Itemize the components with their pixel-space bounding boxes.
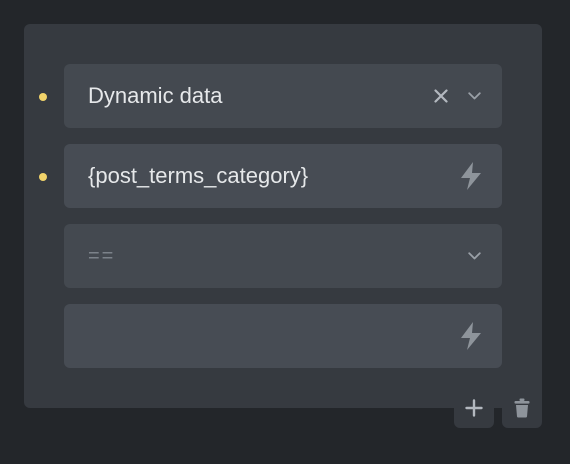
condition-panel: Dynamic data {post_terms_category} == bbox=[24, 24, 542, 408]
add-condition-button[interactable] bbox=[454, 388, 494, 428]
value-input[interactable] bbox=[64, 304, 502, 368]
chevron-down-icon[interactable] bbox=[468, 92, 481, 100]
plus-icon bbox=[465, 399, 483, 417]
operator-select[interactable]: == bbox=[64, 224, 502, 288]
source-select-value: Dynamic data bbox=[88, 83, 223, 108]
trash-icon bbox=[514, 398, 530, 418]
lightning-bolt-icon[interactable] bbox=[460, 322, 482, 350]
changed-indicator-dot bbox=[39, 173, 47, 181]
close-icon[interactable] bbox=[434, 89, 448, 103]
changed-indicator-dot bbox=[39, 93, 47, 101]
operator-select-placeholder: == bbox=[88, 245, 116, 267]
key-input-value: {post_terms_category} bbox=[88, 163, 309, 188]
source-select[interactable]: Dynamic data bbox=[64, 64, 502, 128]
delete-condition-button[interactable] bbox=[502, 388, 542, 428]
chevron-down-icon[interactable] bbox=[468, 252, 481, 260]
lightning-bolt-icon[interactable] bbox=[460, 162, 482, 190]
key-input[interactable]: {post_terms_category} bbox=[64, 144, 502, 208]
